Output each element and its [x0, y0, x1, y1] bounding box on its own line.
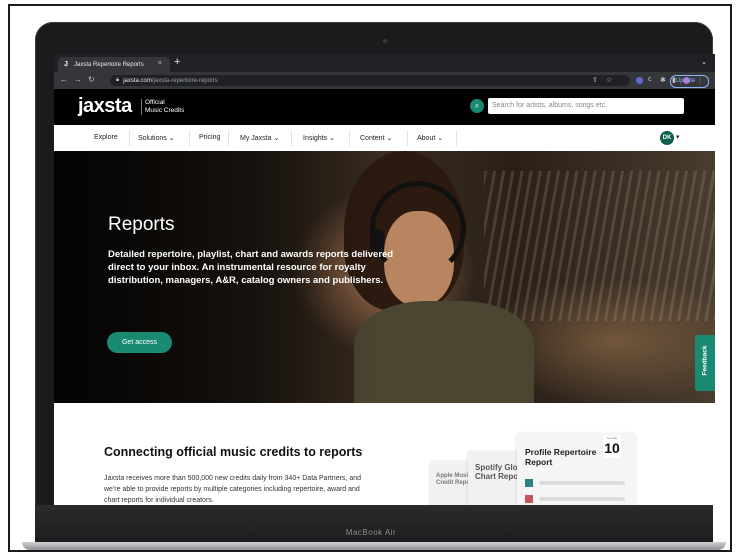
laptop-base [22, 542, 726, 550]
extensions-puzzle-icon[interactable]: ✱ [660, 76, 666, 84]
nav-solutions[interactable]: Solutions ⌄ [138, 134, 175, 142]
search-icon[interactable]: ⌕ [470, 99, 484, 113]
date-number: 10 [604, 440, 620, 456]
hero-banner: Reports Detailed repertoire, playlist, c… [54, 151, 715, 403]
profile-card-title: Profile Repertoire Report [525, 447, 597, 467]
nav-divider [349, 130, 350, 146]
nav-divider [189, 130, 190, 146]
mixing-desk-image [484, 171, 715, 321]
jaxsta-favicon-icon: J [64, 60, 68, 68]
chevron-down-icon[interactable]: ▾ [676, 133, 680, 141]
nav-divider [228, 130, 229, 146]
back-arrow-icon[interactable]: ← [60, 75, 68, 84]
nav-my-jaxsta[interactable]: My Jaxsta ⌄ [240, 134, 279, 142]
report-row-chip [525, 479, 533, 487]
nav-pricing[interactable]: Pricing [199, 134, 220, 141]
browser-toolbar: ← → ↻ 🔒︎ jaxsta.com /jaxsta-repertoire-r… [54, 72, 715, 89]
report-row-bar [539, 481, 625, 485]
bookmark-star-icon[interactable]: ☆ [606, 76, 612, 84]
laptop-screen: J Jaxsta Repertoire Reports × + ⌄ ← → ↻ … [54, 54, 715, 505]
nav-divider [291, 130, 292, 146]
new-tab-button[interactable]: + [174, 56, 180, 68]
reports-intro-section: Connecting official music credits to rep… [54, 403, 715, 505]
nav-insights[interactable]: Insights ⌄ [303, 134, 335, 142]
update-button[interactable]: Update ⋮ [669, 75, 709, 88]
hero-description: Detailed repertoire, playlist, chart and… [108, 249, 394, 286]
feedback-label: Feedback [701, 345, 709, 376]
device-label: MacBook Air [345, 528, 397, 537]
section-title: Connecting official music credits to rep… [104, 445, 363, 459]
nav-solutions-label: Solutions [138, 135, 167, 142]
update-label: Update [675, 78, 696, 84]
address-bar[interactable]: 🔒︎ jaxsta.com /jaxsta-repertoire-reports [110, 75, 630, 86]
lock-icon: 🔒︎ [116, 77, 120, 83]
jaxsta-logo[interactable]: jaxsta [78, 95, 132, 118]
nav-content-label: Content [360, 135, 385, 142]
report-date-badge: Tuesday 10 [603, 436, 621, 458]
forward-arrow-icon[interactable]: → [74, 75, 82, 84]
logo-tagline: Official Music Credits [145, 99, 184, 114]
site-header: jaxsta Official Music Credits ⌕ Search f… [54, 89, 715, 125]
browser-tab[interactable]: J Jaxsta Repertoire Reports × [58, 57, 170, 72]
extension-icon[interactable] [636, 77, 643, 84]
nav-divider [129, 130, 130, 146]
report-row-bar [539, 497, 625, 501]
browser-tab-bar: J Jaxsta Repertoire Reports × + ⌄ [54, 54, 715, 72]
feedback-tab[interactable]: Feedback [695, 335, 715, 391]
webcam [383, 39, 387, 43]
nav-divider [407, 130, 408, 146]
url-path: /jaxsta-repertoire-reports [151, 77, 218, 84]
chevron-down-icon: ⌄ [168, 135, 175, 142]
logo-tagline-line2: Music Credits [145, 106, 185, 114]
report-row-chip [525, 495, 533, 503]
reload-icon[interactable]: ↻ [88, 75, 95, 84]
nav-divider [456, 130, 457, 146]
nav-about-label: About [417, 135, 436, 142]
chevron-down-icon: ⌄ [386, 135, 393, 142]
url-domain: jaxsta.com [123, 77, 152, 84]
logo-tagline-line1: Official [145, 99, 165, 106]
main-navigation: Explore Solutions ⌄ Pricing My Jaxsta ⌄ … [54, 125, 715, 152]
nav-content[interactable]: Content ⌄ [360, 134, 392, 142]
site-search-input[interactable]: Search for artists, albums, songs etc. [488, 98, 684, 114]
user-avatar[interactable]: DK [660, 131, 674, 145]
hero-title: Reports [108, 214, 175, 235]
chevron-down-icon: ⌄ [437, 135, 444, 142]
chevron-down-icon: ⌄ [273, 135, 280, 142]
logo-divider [141, 99, 142, 115]
nav-about[interactable]: About ⌄ [417, 134, 443, 142]
share-icon[interactable]: ⇧ [592, 76, 598, 84]
get-access-button[interactable]: Get access [107, 332, 172, 353]
nav-explore[interactable]: Explore [94, 134, 118, 141]
nav-my-jaxsta-label: My Jaxsta [240, 135, 272, 142]
tab-search-chevron-icon[interactable]: ⌄ [701, 58, 707, 66]
section-description: Jaxsta receives more than 500,000 new cr… [104, 475, 361, 504]
chevron-down-icon: ⌄ [329, 135, 335, 142]
tab-close-icon[interactable]: × [158, 60, 162, 67]
tab-title: Jaxsta Repertoire Reports [74, 61, 144, 68]
extension-c-icon[interactable]: c [648, 76, 652, 83]
nav-insights-label: Insights [303, 135, 328, 142]
